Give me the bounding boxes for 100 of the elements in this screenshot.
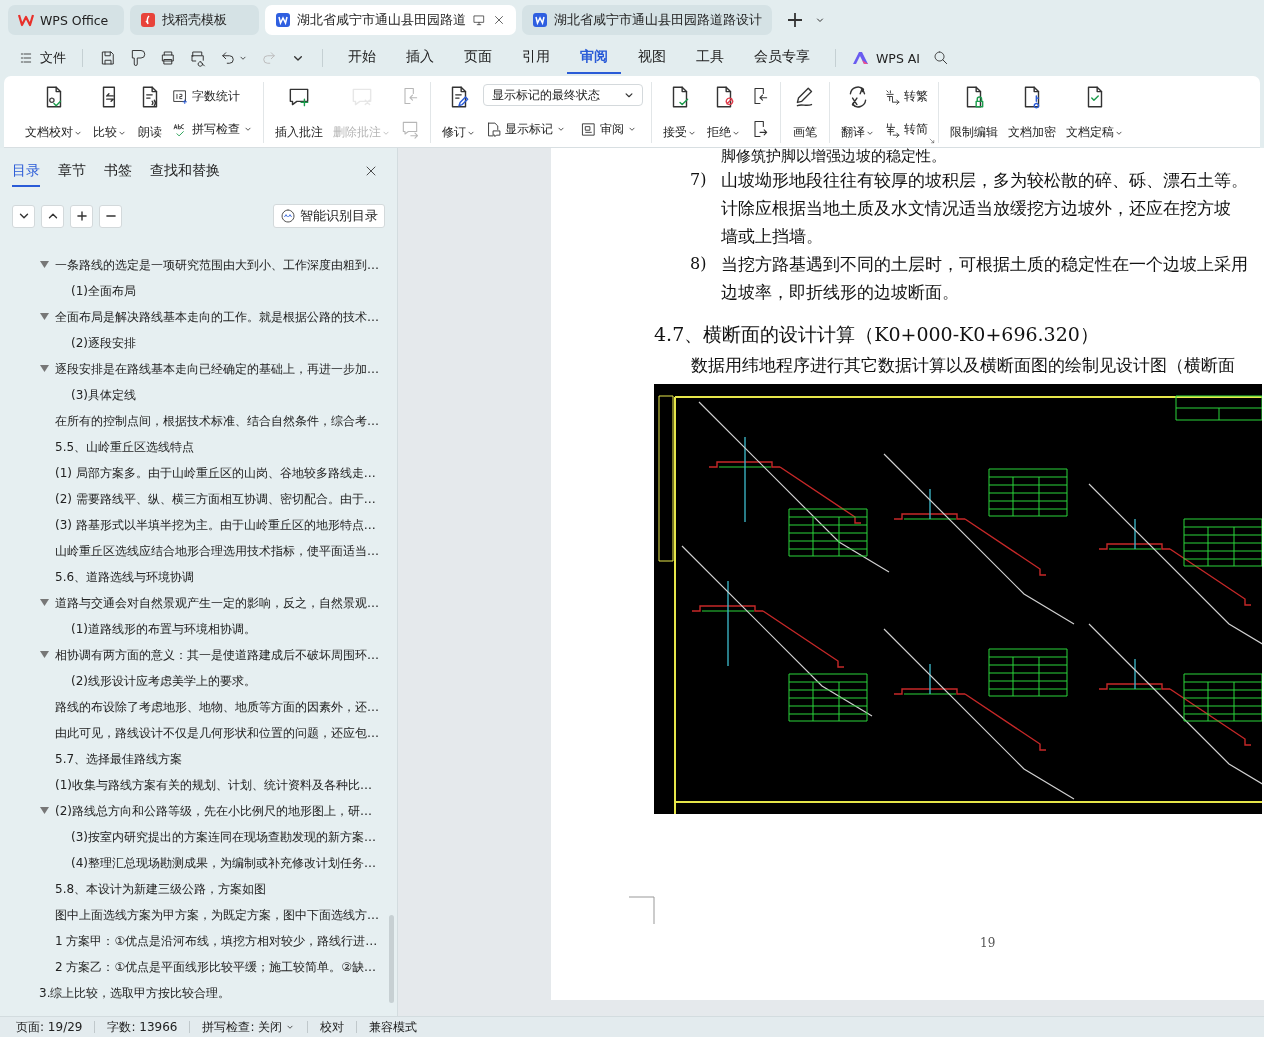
ribbon-button[interactable]: 修订 (439, 82, 479, 143)
printer-icon (159, 49, 177, 67)
word-count: 字数: 13966 (107, 1018, 178, 1036)
toc-item[interactable]: 逐段安排是在路线基本走向已经确定的基础上，再进一步加… (0, 356, 379, 382)
dialog-launcher-button[interactable] (927, 136, 936, 145)
toc-item[interactable]: (2)路线总方向和公路等级，先在小比例尺的地形图上，研… (0, 798, 372, 824)
close-icon (492, 13, 506, 27)
toc-item[interactable]: 由此可见，路线设计不仅是几何形状和位置的问题，还应包… (0, 720, 379, 746)
ribbon-tab[interactable]: 审阅 (567, 42, 621, 74)
ribbon-button[interactable]: 文档校对 (22, 82, 86, 143)
ribbon-button[interactable]: 比较 (90, 82, 130, 143)
proofread-button[interactable]: 校对 (320, 1018, 345, 1036)
pane-tab[interactable]: 章节 (58, 155, 86, 187)
page-number: 19 (980, 936, 996, 950)
expand-triangle-icon[interactable] (40, 313, 49, 321)
body-text: 山坡坳形地段往往有较厚的坡积层，多为较松散的碎、砾、漂石土等。 (721, 169, 1248, 192)
ribbon-button[interactable]: 画笔 (789, 82, 821, 143)
document-tab[interactable]: 湖北省咸宁市通山县田园路道 (265, 5, 516, 35)
ribbon-button[interactable]: 转繁 (882, 84, 930, 108)
ribbon-tab[interactable]: 插入 (393, 42, 447, 74)
toc-item[interactable]: (1)道路线形的布置与环境相协调。 (0, 616, 256, 642)
body-text: 计除应根据当地土质及水文情况适当放缓挖方边坡外，还应在挖方坡 (721, 197, 1232, 220)
toc-item[interactable]: 一条路线的选定是一项研究范围由大到小、工作深度由粗到… (0, 252, 379, 278)
ribbon-button[interactable]: 限制编辑 (947, 82, 1001, 143)
ribbon-button[interactable]: 文档加密 (1005, 82, 1059, 143)
body-text: 边坡率，即折线形的边坡断面。 (721, 281, 960, 304)
toc-item[interactable]: (3) 路基形式以半填半挖为主。由于山岭重丘区的地形特点… (0, 512, 376, 538)
ribbon-button[interactable]: 拼写检查 (170, 117, 255, 141)
toc-item[interactable]: 路线的布设除了考虑地形、地物、地质等方面的因素外，还… (0, 694, 379, 720)
expand-triangle-icon[interactable] (40, 651, 49, 659)
toc-item[interactable]: (2) 需要路线平、纵、横三方面相互协调、密切配合。由于… (0, 486, 376, 512)
add-button[interactable] (70, 204, 93, 228)
toc-item[interactable]: 2 方案乙：①优点是平面线形比较平缓；施工较简单。②缺… (0, 954, 376, 980)
remove-button[interactable] (99, 204, 122, 228)
ribbon-tab[interactable]: 工具 (683, 42, 737, 74)
ribbon-tab[interactable]: 视图 (625, 42, 679, 74)
ribbon-button[interactable]: 审阅 (578, 117, 639, 141)
ribbon-button[interactable]: 字数统计 (170, 84, 255, 108)
pane-tab[interactable]: 目录 (12, 155, 40, 187)
ai-button[interactable]: WPS AI (848, 44, 925, 72)
pane-tab[interactable]: 书签 (104, 155, 132, 187)
expand-button[interactable] (41, 204, 64, 228)
crop-mark (629, 896, 655, 924)
toc-item[interactable]: 3.综上比较，选取甲方按比较合理。 (0, 980, 231, 1006)
print-preview-icon (189, 49, 207, 67)
ribbon-button[interactable]: 插入批注 (272, 82, 326, 143)
brush-icon (129, 49, 147, 67)
compatibility-mode: 兼容模式 (369, 1018, 418, 1036)
toc-item[interactable]: 5.7、选择最佳路线方案 (0, 746, 183, 772)
toc-item[interactable]: (1)收集与路线方案有关的规划、计划、统计资料及各种比… (0, 772, 372, 798)
document-tab[interactable]: WPS Office (8, 5, 124, 35)
toc-item[interactable]: 1 方案甲：①优点是沿河布线，填挖方相对较少，路线行进… (0, 928, 378, 954)
toc-item[interactable]: 相协调有两方面的意义：其一是使道路建成后不破坏周围环… (0, 642, 379, 668)
document-tab[interactable]: 找稻壳模板 (130, 5, 259, 35)
ribbon-tab[interactable]: 页面 (451, 42, 505, 74)
toc-item[interactable]: (4)整理汇总现场勘测成果，为编制或补充修改计划任务… (0, 850, 376, 876)
panel-icon (580, 120, 597, 138)
undo-icon (219, 49, 237, 67)
ribbon-button[interactable]: 显示标记 (483, 117, 568, 141)
document-tab[interactable]: 湖北省咸宁市通山县田园路道路设计 (522, 5, 772, 35)
dialog-launcher-icon (927, 136, 936, 145)
toc-item[interactable]: 道路与交通会对自然景观产生一定的影响，反之，自然景观… (0, 590, 379, 616)
body-text: 当挖方路基遇到不同的土层时，可根据土质的稳定性在一个边坡上采用 (721, 253, 1248, 276)
markup-dropdown[interactable]: 显示标记的最终状态 (483, 84, 643, 106)
body-text: 数据用纬地程序进行其它数据计算以及横断面图的绘制见设计图（横断面 (690, 354, 1236, 377)
smart-toc-button[interactable]: 智能识别目录 (273, 204, 385, 228)
toc-item[interactable]: 5.5、山岭重丘区选线特点 (0, 434, 195, 460)
toc-item[interactable]: 5.8、本设计为新建三级公路，方案如图 (0, 876, 267, 902)
expand-triangle-icon[interactable] (40, 807, 49, 815)
toc-item[interactable]: (2)线形设计应考虑美学上的要求。 (0, 668, 256, 694)
ribbon-button[interactable]: 接受 (660, 82, 700, 143)
expand-triangle-icon[interactable] (40, 599, 49, 607)
ribbon-button[interactable]: 朗读 (134, 82, 166, 143)
toc-item[interactable]: (1)全面布局 (0, 278, 136, 304)
body-text: 墙或上挡墙。 (721, 225, 824, 248)
list-number: 8) (689, 253, 708, 275)
ribbon-tab[interactable]: 开始 (335, 42, 389, 74)
toc-item[interactable]: (3)具体定线 (0, 382, 136, 408)
spell-check-status[interactable]: 拼写检查: 关闭 (202, 1018, 296, 1036)
ribbon-button[interactable]: 拒绝 (704, 82, 744, 143)
wps-logo-icon (18, 12, 34, 28)
toc-item[interactable]: 山岭重丘区选线应结合地形合理选用技术指标，使平面适当… (0, 538, 379, 564)
expand-triangle-icon[interactable] (40, 261, 49, 269)
toc-item[interactable]: (1) 局部方案多。由于山岭重丘区的山岗、谷地较多路线走… (0, 460, 376, 486)
toc-item[interactable]: (3)按室内研究提出的方案连同在现场查勘发现的新方案… (0, 824, 376, 850)
toc-item[interactable]: 在所有的控制点间，根据技术标准、结合自然条件，综合考… (0, 408, 379, 434)
toc-item[interactable]: (2)逐段安排 (0, 330, 136, 356)
toc-item[interactable]: 全面布局是解决路线基本走向的工作。就是根据公路的技术… (0, 304, 379, 330)
expand-triangle-icon[interactable] (40, 365, 49, 373)
ribbon-button[interactable]: 文档定稿 (1063, 82, 1127, 143)
toc-item[interactable]: 5.6、道路选线与环境协调 (0, 564, 195, 590)
ribbon-tab[interactable]: 引用 (509, 42, 563, 74)
scrollbar-thumb[interactable] (389, 915, 394, 1003)
toc-item[interactable]: 图中上面选线方案为甲方案，为既定方案，图中下面选线方… (0, 902, 379, 928)
ribbon-tab[interactable]: 会员专享 (741, 42, 823, 74)
file-menu[interactable]: 文件 (14, 44, 70, 72)
collapse-button[interactable] (12, 204, 35, 228)
pane-tab[interactable]: 查找和替换 (150, 155, 220, 187)
ribbon-button[interactable]: 翻译 (838, 82, 878, 143)
ribbon-button[interactable]: 转简 (882, 117, 930, 141)
